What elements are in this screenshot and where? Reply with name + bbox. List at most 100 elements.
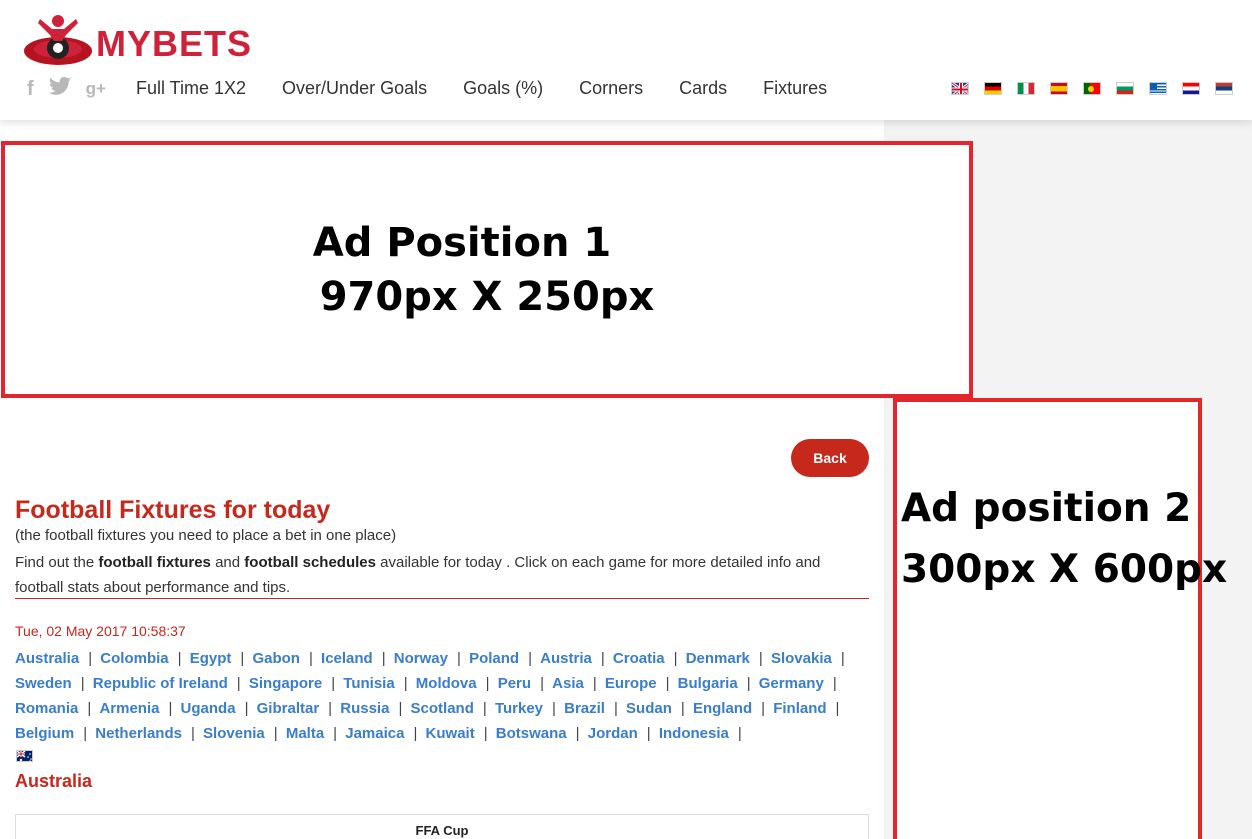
country-link[interactable]: Slovakia bbox=[771, 650, 832, 667]
rs-flag-icon[interactable] bbox=[1215, 82, 1233, 95]
country-separator: | bbox=[273, 725, 278, 742]
country-link[interactable]: Armenia bbox=[99, 700, 159, 717]
australia-flag-icon bbox=[16, 750, 33, 762]
country-link[interactable]: Asia bbox=[552, 675, 584, 692]
country-link[interactable]: Netherlands bbox=[95, 725, 182, 742]
country-link[interactable]: Botswana bbox=[496, 725, 567, 742]
country-link[interactable]: Belgium bbox=[15, 725, 74, 742]
country-separator: | bbox=[483, 725, 488, 742]
country-link[interactable]: Romania bbox=[15, 700, 78, 717]
site-logo[interactable]: MYBETS bbox=[18, 10, 268, 70]
country-link[interactable]: Gibraltar bbox=[257, 700, 320, 717]
country-link[interactable]: Tunisia bbox=[343, 675, 394, 692]
country-link[interactable]: Indonesia bbox=[659, 725, 729, 742]
ad-position-1[interactable]: Ad Position 1 970px X 250px bbox=[1, 141, 973, 398]
country-link[interactable]: Moldova bbox=[416, 675, 477, 692]
nav-cards[interactable]: Cards bbox=[679, 78, 727, 99]
country-separator: | bbox=[236, 675, 241, 692]
nav-full-time-1x2[interactable]: Full Time 1X2 bbox=[136, 78, 246, 99]
country-link[interactable]: Denmark bbox=[686, 650, 750, 667]
uk-flag-icon[interactable] bbox=[951, 82, 969, 95]
country-link[interactable]: Jamaica bbox=[345, 725, 404, 742]
gr-flag-icon[interactable] bbox=[1149, 82, 1167, 95]
country-separator: | bbox=[485, 675, 490, 692]
country-link[interactable]: Brazil bbox=[564, 700, 605, 717]
country-link[interactable]: Malta bbox=[286, 725, 324, 742]
country-separator: | bbox=[308, 650, 313, 667]
it-flag-icon[interactable] bbox=[1017, 82, 1035, 95]
country-link[interactable]: Uganda bbox=[181, 700, 236, 717]
logo-text: MYBETS bbox=[96, 23, 253, 64]
nav-goals-percent[interactable]: Goals (%) bbox=[463, 78, 543, 99]
country-separator: | bbox=[413, 725, 418, 742]
facebook-icon[interactable]: f bbox=[27, 77, 34, 101]
ad2-size: 300px X 600px bbox=[901, 547, 1228, 592]
country-link[interactable]: Kuwait bbox=[426, 725, 475, 742]
logo-player-ball-icon bbox=[18, 11, 98, 69]
country-separator: | bbox=[244, 700, 249, 717]
page-title: Football Fixtures for today bbox=[15, 496, 331, 524]
country-link[interactable]: Singapore bbox=[249, 675, 322, 692]
country-separator: | bbox=[331, 675, 336, 692]
country-separator: | bbox=[240, 650, 245, 667]
country-link[interactable]: Republic of Ireland bbox=[93, 675, 228, 692]
country-separator: | bbox=[403, 675, 408, 692]
nav-fixtures[interactable]: Fixtures bbox=[763, 78, 827, 99]
country-link[interactable]: Germany bbox=[759, 675, 824, 692]
country-link[interactable]: Peru bbox=[498, 675, 531, 692]
country-link[interactable]: Gabon bbox=[252, 650, 300, 667]
country-separator: | bbox=[646, 725, 651, 742]
country-separator: | bbox=[168, 700, 173, 717]
hr-flag-icon[interactable] bbox=[1182, 82, 1200, 95]
country-link[interactable]: Turkey bbox=[495, 700, 543, 717]
country-link[interactable]: Norway bbox=[394, 650, 448, 667]
country-link[interactable]: Scotland bbox=[411, 700, 474, 717]
country-separator: | bbox=[840, 650, 845, 667]
country-separator: | bbox=[665, 675, 670, 692]
country-links: Australia | Colombia | Egypt | Gabon | Icela… bbox=[15, 646, 875, 746]
country-link[interactable]: Austria bbox=[540, 650, 592, 667]
twitter-icon[interactable] bbox=[48, 76, 72, 102]
country-link[interactable]: Sudan bbox=[626, 700, 672, 717]
back-button[interactable]: Back bbox=[791, 439, 869, 477]
pt-flag-icon[interactable] bbox=[1083, 82, 1101, 95]
ad1-title: Ad Position 1 bbox=[312, 219, 612, 266]
main-nav: Full Time 1X2 Over/Under Goals Goals (%)… bbox=[136, 78, 827, 99]
country-link[interactable]: England bbox=[693, 700, 752, 717]
country-separator: | bbox=[673, 650, 678, 667]
country-link[interactable]: Egypt bbox=[190, 650, 232, 667]
country-separator: | bbox=[88, 650, 93, 667]
de-flag-icon[interactable] bbox=[984, 82, 1002, 95]
country-link[interactable]: Colombia bbox=[100, 650, 168, 667]
country-link[interactable]: Slovenia bbox=[203, 725, 265, 742]
country-separator: | bbox=[398, 700, 403, 717]
ad2-title: Ad position 2 bbox=[901, 486, 1192, 531]
nav-corners[interactable]: Corners bbox=[579, 78, 643, 99]
country-link[interactable]: Iceland bbox=[321, 650, 373, 667]
page-subtitle: (the football fixtures you need to place… bbox=[15, 527, 397, 544]
ad-position-2[interactable]: Ad position 2 300px X 600px bbox=[893, 398, 1227, 839]
country-link[interactable]: Jordan bbox=[588, 725, 638, 742]
country-link[interactable]: Australia bbox=[15, 650, 79, 667]
site-header: MYBETS f g+ Full Time 1X2 Over/Under Goa… bbox=[0, 0, 1252, 120]
country-link[interactable]: Croatia bbox=[613, 650, 665, 667]
competition-name[interactable]: FFA Cup bbox=[16, 823, 868, 838]
country-link[interactable]: Poland bbox=[469, 650, 519, 667]
country-separator: | bbox=[482, 700, 487, 717]
bg-flag-icon[interactable] bbox=[1116, 82, 1134, 95]
country-separator: | bbox=[528, 650, 532, 667]
country-link[interactable]: Finland bbox=[773, 700, 826, 717]
country-separator: | bbox=[456, 650, 461, 667]
es-flag-icon[interactable] bbox=[1050, 82, 1068, 95]
country-separator: | bbox=[758, 650, 763, 667]
country-separator: | bbox=[737, 725, 742, 742]
country-link[interactable]: Sweden bbox=[15, 675, 72, 692]
country-heading: Australia bbox=[15, 771, 93, 791]
google-plus-icon[interactable]: g+ bbox=[86, 77, 106, 101]
country-link[interactable]: Bulgaria bbox=[678, 675, 738, 692]
country-separator: | bbox=[835, 700, 840, 717]
nav-over-under-goals[interactable]: Over/Under Goals bbox=[282, 78, 427, 99]
country-separator: | bbox=[83, 725, 88, 742]
country-link[interactable]: Europe bbox=[605, 675, 657, 692]
country-link[interactable]: Russia bbox=[340, 700, 389, 717]
